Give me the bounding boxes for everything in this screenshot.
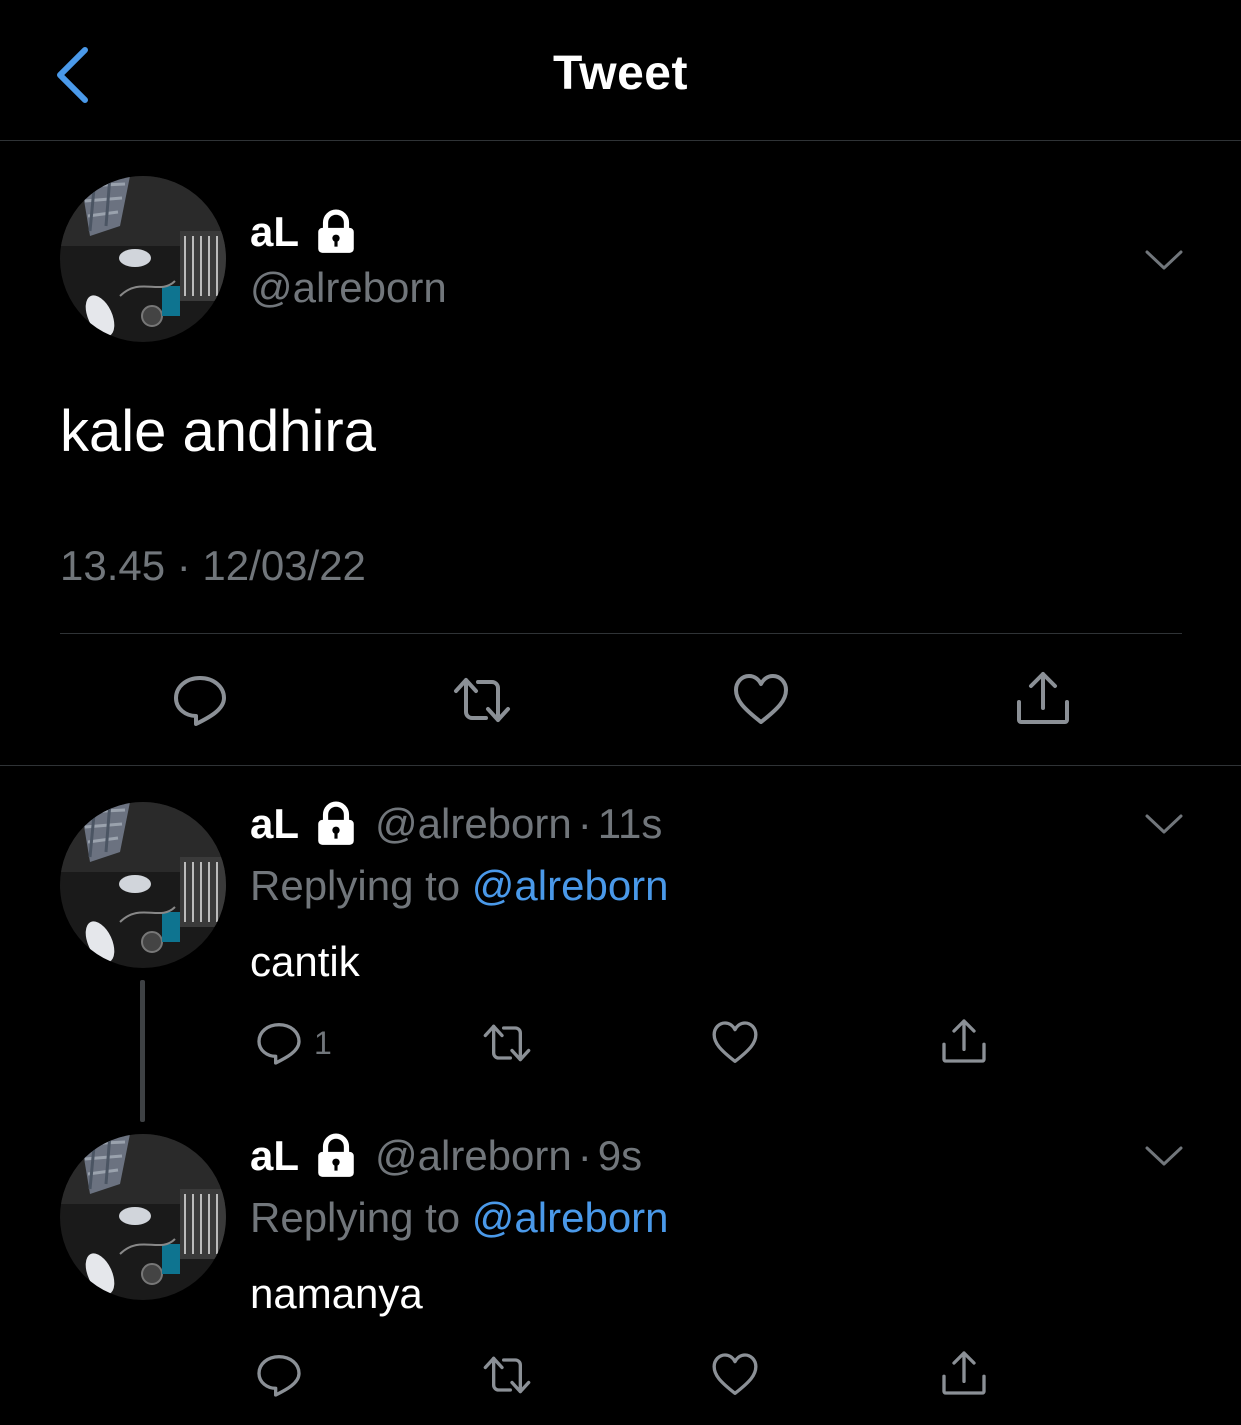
avatar[interactable] bbox=[60, 176, 226, 342]
separator-dot: · bbox=[577, 800, 592, 847]
replying-to-line: Replying to @alreborn bbox=[250, 1194, 669, 1242]
reply-header: aL @alreborn · 11s bbox=[250, 798, 662, 850]
tweet-timestamp[interactable]: 13.45 · 12/03/22 bbox=[60, 542, 366, 590]
like-icon bbox=[731, 670, 791, 730]
author-handle[interactable]: @alreborn bbox=[375, 800, 572, 848]
reply-header: aL @alreborn · 9s bbox=[250, 1130, 642, 1182]
retweet-icon bbox=[480, 1350, 534, 1400]
retweet-icon bbox=[450, 670, 514, 730]
lock-icon bbox=[313, 1133, 359, 1179]
thread-connector bbox=[140, 980, 145, 1122]
author-name[interactable]: aL bbox=[250, 1132, 299, 1180]
reply-button[interactable] bbox=[254, 1350, 304, 1400]
reply-time[interactable]: 11s bbox=[598, 800, 663, 848]
avatar[interactable] bbox=[60, 802, 226, 968]
replying-to-mention[interactable]: @alreborn bbox=[472, 862, 669, 909]
like-icon bbox=[710, 1018, 760, 1068]
share-icon bbox=[1013, 668, 1073, 728]
reply-icon bbox=[254, 1350, 304, 1400]
section-divider bbox=[0, 765, 1241, 766]
retweet-button[interactable] bbox=[480, 1350, 534, 1400]
lock-icon bbox=[313, 209, 359, 255]
reply-icon bbox=[254, 1018, 304, 1068]
retweet-button[interactable] bbox=[450, 670, 514, 730]
like-button[interactable] bbox=[710, 1018, 760, 1068]
reply-text: cantik bbox=[250, 938, 360, 985]
author-name[interactable]: aL bbox=[250, 800, 299, 848]
like-button[interactable] bbox=[710, 1350, 760, 1400]
chevron-down-icon[interactable] bbox=[1142, 808, 1186, 838]
share-button[interactable] bbox=[939, 1348, 989, 1398]
reply-time[interactable]: 9s bbox=[598, 1132, 642, 1180]
replying-to-mention[interactable]: @alreborn bbox=[472, 1194, 669, 1241]
share-button[interactable] bbox=[1013, 668, 1073, 728]
lock-icon bbox=[313, 801, 359, 847]
like-icon bbox=[710, 1350, 760, 1400]
retweet-button[interactable] bbox=[480, 1018, 534, 1068]
replying-to-prefix: Replying to bbox=[250, 862, 472, 909]
author-handle[interactable]: @alreborn bbox=[375, 1132, 572, 1180]
author-name[interactable]: aL bbox=[250, 208, 299, 256]
retweet-icon bbox=[480, 1018, 534, 1068]
reply-text: namanya bbox=[250, 1270, 423, 1317]
page-title: Tweet bbox=[553, 47, 688, 100]
author-name-row: aL bbox=[250, 206, 359, 258]
share-button[interactable] bbox=[939, 1016, 989, 1066]
divider bbox=[60, 633, 1182, 634]
reply-icon bbox=[170, 670, 230, 730]
separator-dot: · bbox=[577, 1132, 592, 1179]
reply-button[interactable]: 1 bbox=[254, 1018, 332, 1068]
replying-to-prefix: Replying to bbox=[250, 1194, 472, 1241]
avatar[interactable] bbox=[60, 1134, 226, 1300]
reply-count: 1 bbox=[314, 1024, 332, 1061]
replying-to-line: Replying to @alreborn bbox=[250, 862, 669, 910]
chevron-down-icon[interactable] bbox=[1142, 1140, 1186, 1170]
reply-button[interactable] bbox=[170, 670, 230, 730]
share-icon bbox=[939, 1016, 989, 1066]
share-icon bbox=[939, 1348, 989, 1398]
chevron-down-icon[interactable] bbox=[1142, 244, 1186, 274]
like-button[interactable] bbox=[731, 670, 791, 730]
top-navigation-bar: Tweet bbox=[0, 0, 1241, 141]
tweet-text: kale andhira bbox=[60, 399, 376, 464]
author-handle[interactable]: @alreborn bbox=[250, 264, 447, 312]
